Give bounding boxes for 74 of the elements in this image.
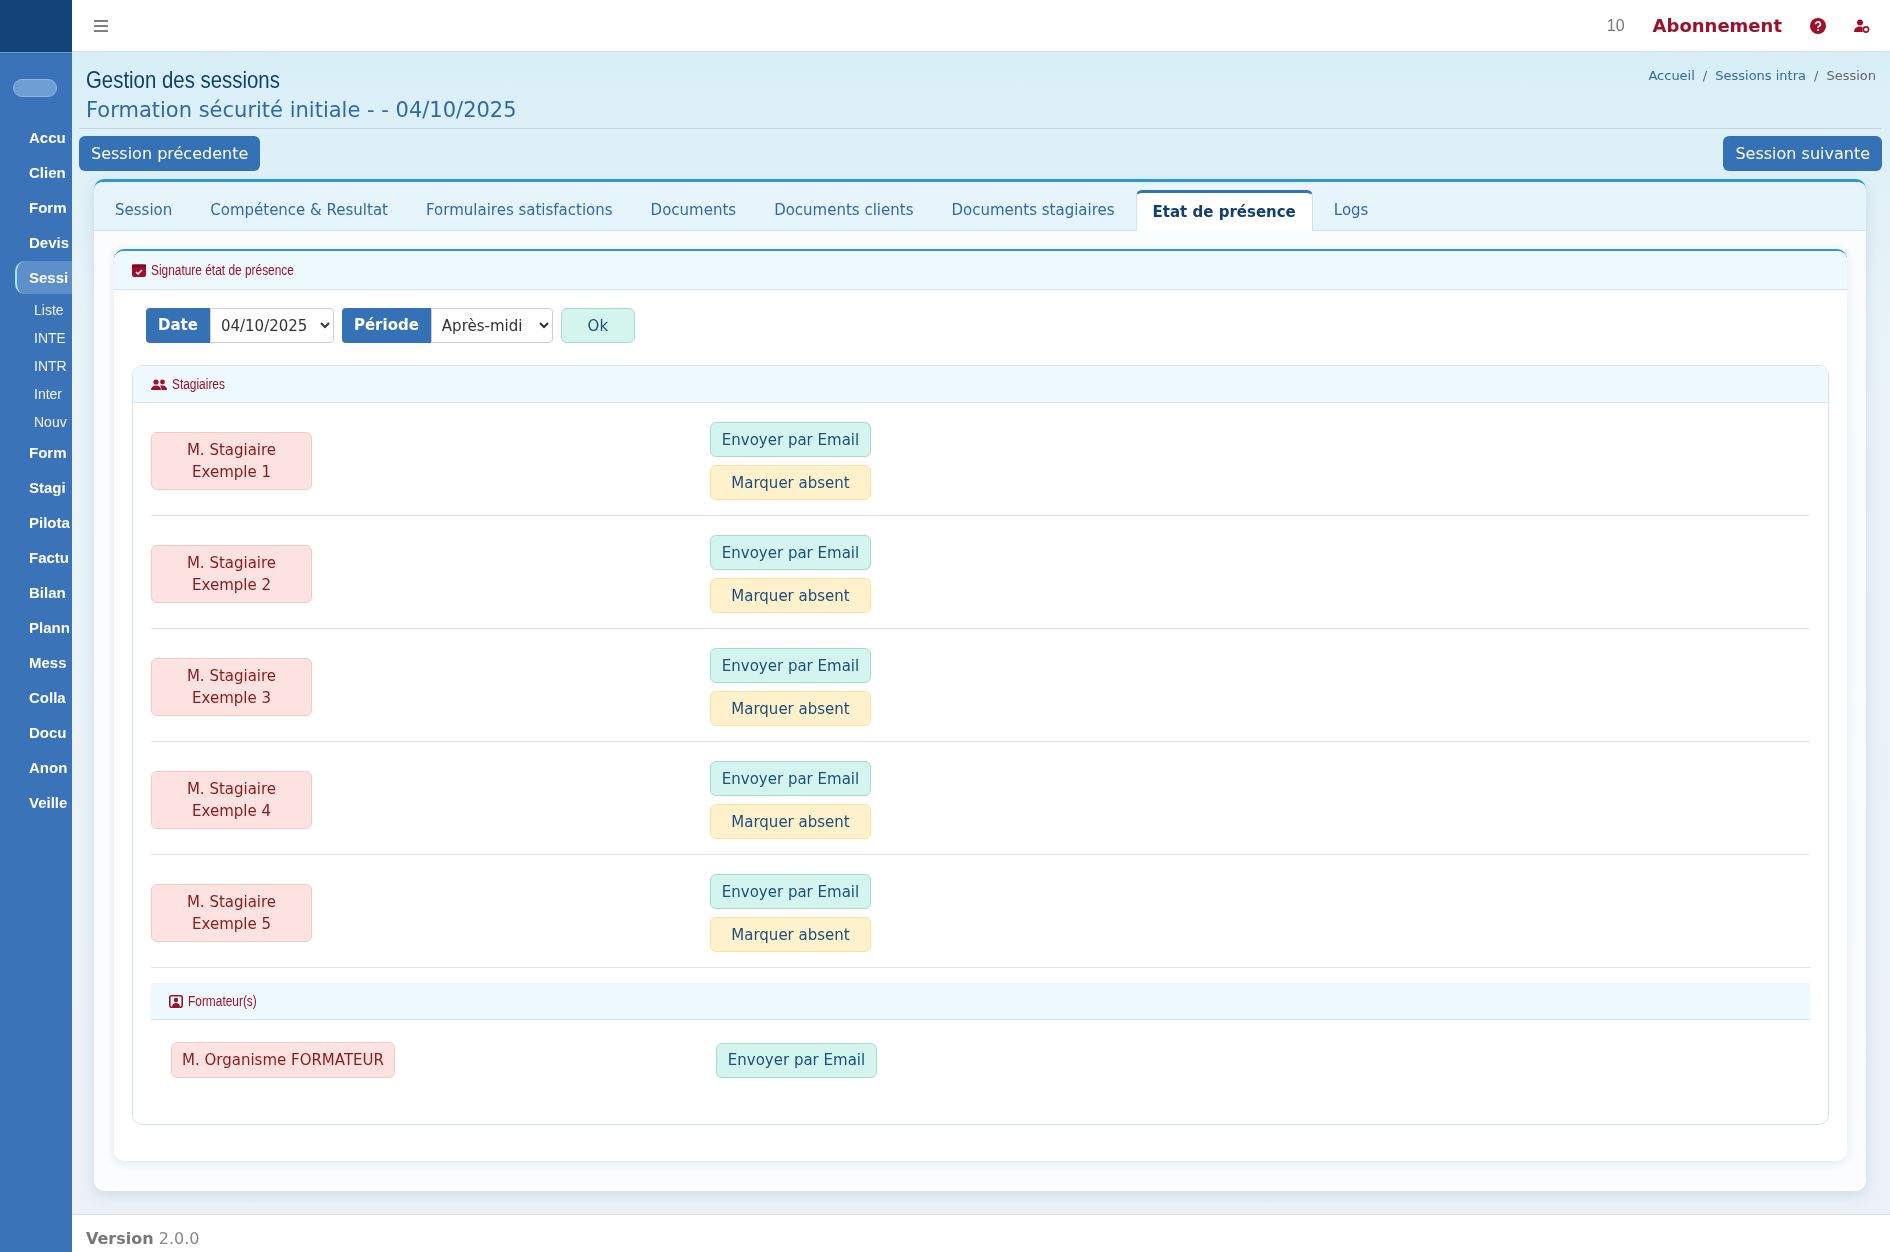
absent-button[interactable]: Marquer absent bbox=[710, 804, 871, 839]
sidebar-item[interactable]: Colla bbox=[0, 681, 72, 714]
trainee-name: M. Stagiaire Exemple 5 bbox=[151, 884, 312, 942]
breadcrumb-link[interactable]: Sessions intra bbox=[1715, 68, 1806, 122]
absent-button[interactable]: Marquer absent bbox=[710, 917, 871, 952]
sidebar-item[interactable]: Bilan bbox=[0, 576, 72, 609]
email-button[interactable]: Envoyer par Email bbox=[710, 535, 871, 570]
sidebar-item[interactable]: Accu bbox=[0, 121, 72, 154]
sidebar-item[interactable]: Anon bbox=[0, 751, 72, 784]
breadcrumb-current: Session bbox=[1826, 68, 1876, 85]
tab[interactable]: Documents bbox=[633, 190, 754, 231]
calendar-check-icon bbox=[132, 263, 146, 277]
breadcrumb-separator: / bbox=[1702, 68, 1708, 85]
sidebar-item[interactable]: Pilota bbox=[0, 506, 72, 539]
counter: 10 bbox=[1606, 16, 1625, 35]
tab[interactable]: Documents clients bbox=[757, 190, 931, 231]
sidebar-toggle[interactable] bbox=[13, 79, 57, 97]
breadcrumb-separator: / bbox=[1814, 68, 1819, 85]
ok-button[interactable]: Ok bbox=[560, 308, 635, 343]
period-label: Période bbox=[341, 308, 431, 343]
trainer-name: M. Organisme FORMATEUR bbox=[171, 1042, 395, 1078]
next-session-button[interactable]: Session suivante bbox=[1723, 136, 1882, 171]
sidebar-item[interactable]: Veille bbox=[0, 786, 72, 819]
email-button[interactable]: Envoyer par Email bbox=[716, 1042, 877, 1078]
trainee-name: M. Stagiaire Exemple 1 bbox=[151, 432, 312, 490]
sidebar-item[interactable]: Clien bbox=[0, 156, 72, 189]
sidebar-item[interactable]: Form bbox=[0, 191, 72, 224]
date-select[interactable]: 04/10/2025 bbox=[209, 308, 334, 343]
section-title: Formateur(s) bbox=[188, 993, 257, 1009]
email-button[interactable]: Envoyer par Email bbox=[710, 761, 871, 796]
tab[interactable]: Formulaires satisfactions bbox=[409, 190, 630, 231]
page-subtitle: Formation sécurité initiale - - 04/10/2025 bbox=[86, 98, 517, 122]
sidebar-item[interactable]: Stagi bbox=[0, 471, 72, 504]
tab[interactable]: Documents stagiaires bbox=[934, 190, 1132, 231]
card-title: Signature état de présence bbox=[151, 262, 294, 278]
trainee-name: M. Stagiaire Exemple 4 bbox=[151, 771, 312, 829]
sidebar-subitem[interactable]: Nouv bbox=[0, 408, 72, 436]
sidebar-subitem[interactable]: Liste bbox=[0, 296, 72, 324]
tab[interactable]: Session bbox=[98, 190, 190, 231]
menu-icon[interactable] bbox=[94, 19, 108, 32]
tab[interactable]: Etat de présence bbox=[1135, 190, 1313, 231]
tab[interactable]: Logs bbox=[1316, 190, 1386, 231]
sidebar-item[interactable]: Plann bbox=[0, 611, 72, 644]
sidebar-item[interactable]: Docu bbox=[0, 716, 72, 749]
sidebar-item[interactable]: Sessi bbox=[15, 261, 72, 294]
version-text: Version 2.0.0 bbox=[86, 1229, 200, 1248]
email-button[interactable]: Envoyer par Email bbox=[710, 874, 871, 909]
sidebar-item[interactable]: Factu bbox=[0, 541, 72, 574]
trainee-name: M. Stagiaire Exemple 3 bbox=[151, 658, 312, 716]
sidebar-item[interactable]: Form bbox=[0, 436, 72, 469]
sidebar-item[interactable]: Devis bbox=[0, 226, 72, 259]
period-select[interactable]: Après-midi bbox=[430, 308, 553, 343]
help-icon[interactable] bbox=[1810, 17, 1826, 34]
page-title: Gestion des sessions bbox=[86, 66, 281, 94]
panel-title: Stagiaires bbox=[172, 376, 225, 392]
subscription-link[interactable]: Abonnement bbox=[1652, 15, 1782, 36]
trainer-icon bbox=[169, 994, 183, 1008]
date-label: Date bbox=[146, 308, 210, 343]
tab[interactable]: Compétence & Resultat bbox=[193, 190, 405, 231]
breadcrumb-link[interactable]: Accueil bbox=[1648, 68, 1695, 122]
email-button[interactable]: Envoyer par Email bbox=[710, 422, 871, 457]
absent-button[interactable]: Marquer absent bbox=[710, 691, 871, 726]
user-settings-icon[interactable] bbox=[1854, 18, 1870, 33]
users-icon bbox=[151, 378, 167, 390]
sidebar-item[interactable]: Mess bbox=[0, 646, 72, 679]
absent-button[interactable]: Marquer absent bbox=[710, 578, 871, 613]
sidebar-subitem[interactable]: INTE bbox=[0, 324, 72, 352]
previous-session-button[interactable]: Session précedente bbox=[79, 136, 261, 171]
sidebar-subitem[interactable]: INTR bbox=[0, 352, 72, 380]
email-button[interactable]: Envoyer par Email bbox=[710, 648, 871, 683]
sidebar-header bbox=[0, 0, 72, 53]
trainee-name: M. Stagiaire Exemple 2 bbox=[151, 545, 312, 603]
absent-button[interactable]: Marquer absent bbox=[710, 465, 871, 500]
sidebar-subitem[interactable]: Inter bbox=[0, 380, 72, 408]
